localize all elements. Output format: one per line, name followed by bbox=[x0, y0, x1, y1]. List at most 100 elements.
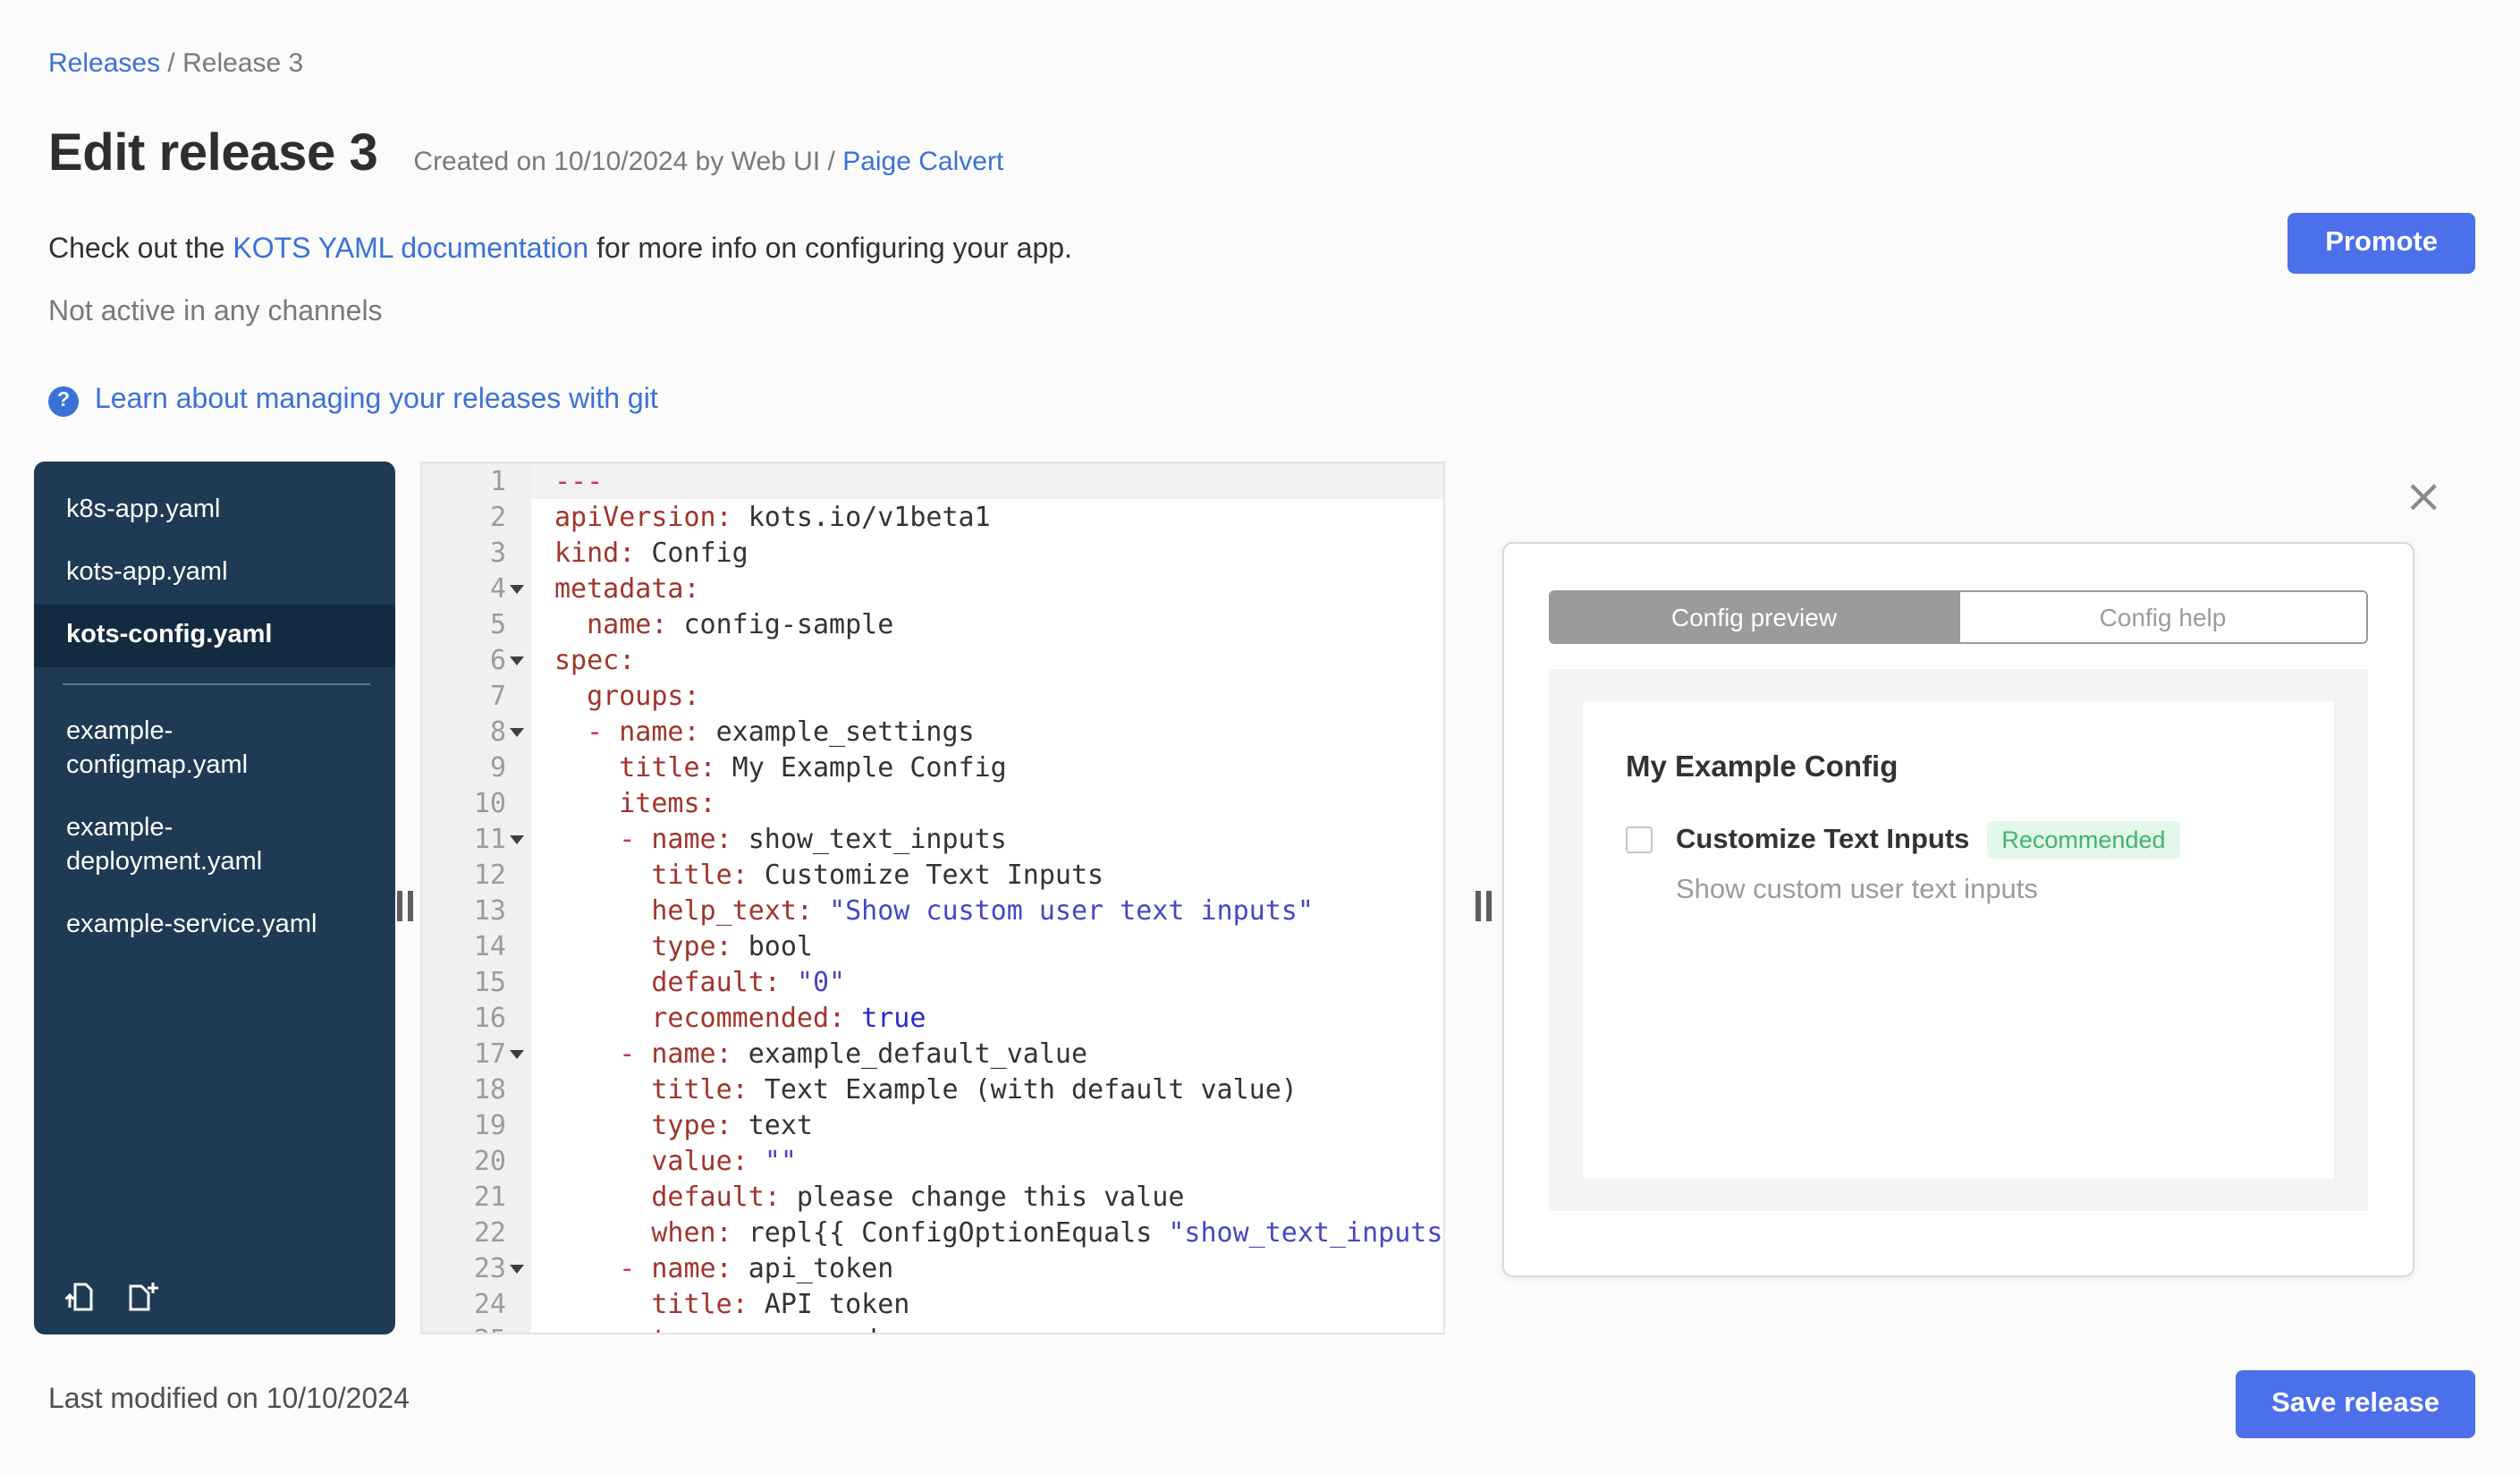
gutter-row: 18 bbox=[422, 1072, 531, 1107]
code-line[interactable]: --- bbox=[531, 463, 1443, 499]
code-line[interactable]: title: Customize Text Inputs bbox=[531, 857, 1443, 893]
file-list: k8s-app.yaml kots-app.yaml kots-config.yam… bbox=[34, 479, 395, 957]
tab-config-help[interactable]: Config help bbox=[1958, 592, 2366, 642]
preview-tabs: Config preview Config help bbox=[1549, 590, 2368, 644]
code-line[interactable]: title: Text Example (with default value) bbox=[531, 1072, 1443, 1107]
file-item[interactable]: example-deployment.yaml bbox=[34, 798, 395, 894]
code-line[interactable]: recommended: true bbox=[531, 1000, 1443, 1036]
created-line: Created on 10/10/2024 by Web UI / Paige … bbox=[413, 147, 1003, 177]
code-line[interactable]: - name: api_token bbox=[531, 1250, 1443, 1286]
code-line[interactable]: title: My Example Config bbox=[531, 750, 1443, 785]
caret-spacer bbox=[506, 1000, 526, 1036]
line-number: 19 bbox=[473, 1109, 506, 1141]
save-release-button[interactable]: Save release bbox=[2236, 1370, 2475, 1438]
line-number: 23 bbox=[473, 1252, 506, 1284]
file-sidebar: k8s-app.yaml kots-app.yaml kots-config.yam… bbox=[34, 462, 395, 1334]
code-line[interactable]: groups: bbox=[531, 678, 1443, 714]
gutter-row: 17 bbox=[422, 1036, 531, 1072]
config-item-row: Customize Text Inputs Recommended bbox=[1626, 821, 2291, 859]
file-item[interactable]: example-service.yaml bbox=[34, 894, 395, 957]
fold-caret[interactable] bbox=[506, 642, 526, 678]
code-line[interactable]: - name: example_default_value bbox=[531, 1036, 1443, 1072]
code-line[interactable]: when: repl{{ ConfigOptionEquals "show_te… bbox=[531, 1215, 1443, 1250]
page-title: Edit release 3 bbox=[48, 125, 378, 182]
editor-resize-handle[interactable] bbox=[1476, 891, 1492, 921]
file-list-divider bbox=[63, 683, 370, 685]
caret-spacer bbox=[506, 678, 526, 714]
new-file-button[interactable] bbox=[123, 1279, 159, 1315]
kots-docs-link[interactable]: KOTS YAML documentation bbox=[233, 234, 588, 265]
gutter-row: 4 bbox=[422, 571, 531, 606]
line-number: 18 bbox=[473, 1073, 506, 1106]
editor-gutter: 1234567891011121314151617181920212223242… bbox=[422, 463, 531, 1333]
caret-spacer bbox=[506, 964, 526, 1000]
file-item[interactable]: example-configmap.yaml bbox=[34, 701, 395, 798]
docs-line: Check out the KOTS YAML documentation fo… bbox=[48, 234, 1072, 267]
customize-text-inputs-checkbox[interactable] bbox=[1626, 826, 1653, 853]
line-number: 16 bbox=[473, 1002, 506, 1034]
caret-spacer bbox=[506, 535, 526, 571]
gutter-row: 22 bbox=[422, 1215, 531, 1250]
caret-spacer bbox=[506, 1286, 526, 1322]
code-line[interactable]: default: please change this value bbox=[531, 1179, 1443, 1215]
code-line[interactable]: default: "0" bbox=[531, 964, 1443, 1000]
caret-spacer bbox=[506, 606, 526, 642]
file-item[interactable]: kots-config.yaml bbox=[34, 605, 395, 667]
code-line[interactable]: kind: Config bbox=[531, 535, 1443, 571]
code-line[interactable]: help_text: "Show custom user text inputs… bbox=[531, 893, 1443, 928]
code-line[interactable]: name: config-sample bbox=[531, 606, 1443, 642]
git-releases-link[interactable]: Learn about managing your releases with … bbox=[95, 385, 658, 417]
fold-caret[interactable] bbox=[506, 821, 526, 857]
question-mark-icon: ? bbox=[48, 385, 79, 416]
line-number: 25 bbox=[474, 1324, 506, 1333]
code-line[interactable]: metadata: bbox=[531, 571, 1443, 606]
docs-text-prefix: Check out the bbox=[48, 234, 233, 265]
close-icon[interactable]: × bbox=[2393, 472, 2454, 522]
promote-button[interactable]: Promote bbox=[2287, 213, 2475, 274]
gutter-row: 1 bbox=[422, 463, 531, 499]
code-editor[interactable]: 1234567891011121314151617181920212223242… bbox=[420, 462, 1445, 1334]
caret-spacer bbox=[506, 893, 526, 928]
created-text: Created on 10/10/2024 by Web UI / bbox=[413, 147, 843, 177]
created-author-link[interactable]: Paige Calvert bbox=[842, 147, 1003, 177]
line-number: 8 bbox=[489, 716, 506, 748]
breadcrumb: Releases / Release 3 bbox=[48, 48, 303, 79]
file-item[interactable]: kots-app.yaml bbox=[34, 542, 395, 605]
sidebar-resize-handle[interactable] bbox=[397, 891, 413, 921]
fold-caret[interactable] bbox=[506, 1036, 526, 1072]
code-line[interactable]: type: bool bbox=[531, 928, 1443, 964]
fold-caret[interactable] bbox=[506, 1250, 526, 1286]
code-line[interactable]: type: text bbox=[531, 1107, 1443, 1143]
code-line[interactable]: title: API token bbox=[531, 1286, 1443, 1322]
fold-caret[interactable] bbox=[506, 714, 526, 750]
gutter-row: 12 bbox=[422, 857, 531, 893]
line-number: 20 bbox=[473, 1145, 506, 1177]
gutter-row: 11 bbox=[422, 821, 531, 857]
gutter-row: 25 bbox=[422, 1322, 531, 1333]
gutter-row: 7 bbox=[422, 678, 531, 714]
gutter-row: 10 bbox=[422, 785, 531, 821]
upload-file-button[interactable] bbox=[63, 1279, 98, 1315]
tab-config-preview[interactable]: Config preview bbox=[1551, 592, 1958, 642]
code-line[interactable]: value: "" bbox=[531, 1143, 1443, 1179]
line-number: 1 bbox=[489, 465, 506, 497]
caret-spacer bbox=[506, 1143, 526, 1179]
line-number: 12 bbox=[473, 859, 506, 891]
last-modified-text: Last modified on 10/10/2024 bbox=[48, 1385, 410, 1415]
code-line[interactable]: - name: show_text_inputs bbox=[531, 821, 1443, 857]
code-line[interactable]: apiVersion: kots.io/v1beta1 bbox=[531, 499, 1443, 535]
code-line[interactable]: items: bbox=[531, 785, 1443, 821]
breadcrumb-current: Release 3 bbox=[182, 48, 304, 79]
recommended-badge: Recommended bbox=[1987, 821, 2180, 859]
line-number: 2 bbox=[489, 501, 506, 533]
gutter-row: 16 bbox=[422, 1000, 531, 1036]
editor-code-pane[interactable]: --- apiVersion: kots.io/v1beta1 kind: Conf… bbox=[531, 463, 1443, 1333]
file-item[interactable]: k8s-app.yaml bbox=[34, 479, 395, 542]
fold-caret[interactable] bbox=[506, 571, 526, 606]
code-line[interactable]: type: password bbox=[531, 1322, 1443, 1333]
code-line[interactable]: - name: example_settings bbox=[531, 714, 1443, 750]
channel-status: Not active in any channels bbox=[48, 297, 383, 327]
new-file-icon bbox=[129, 1283, 158, 1311]
breadcrumb-releases-link[interactable]: Releases bbox=[48, 48, 160, 79]
code-line[interactable]: spec: bbox=[531, 642, 1443, 678]
